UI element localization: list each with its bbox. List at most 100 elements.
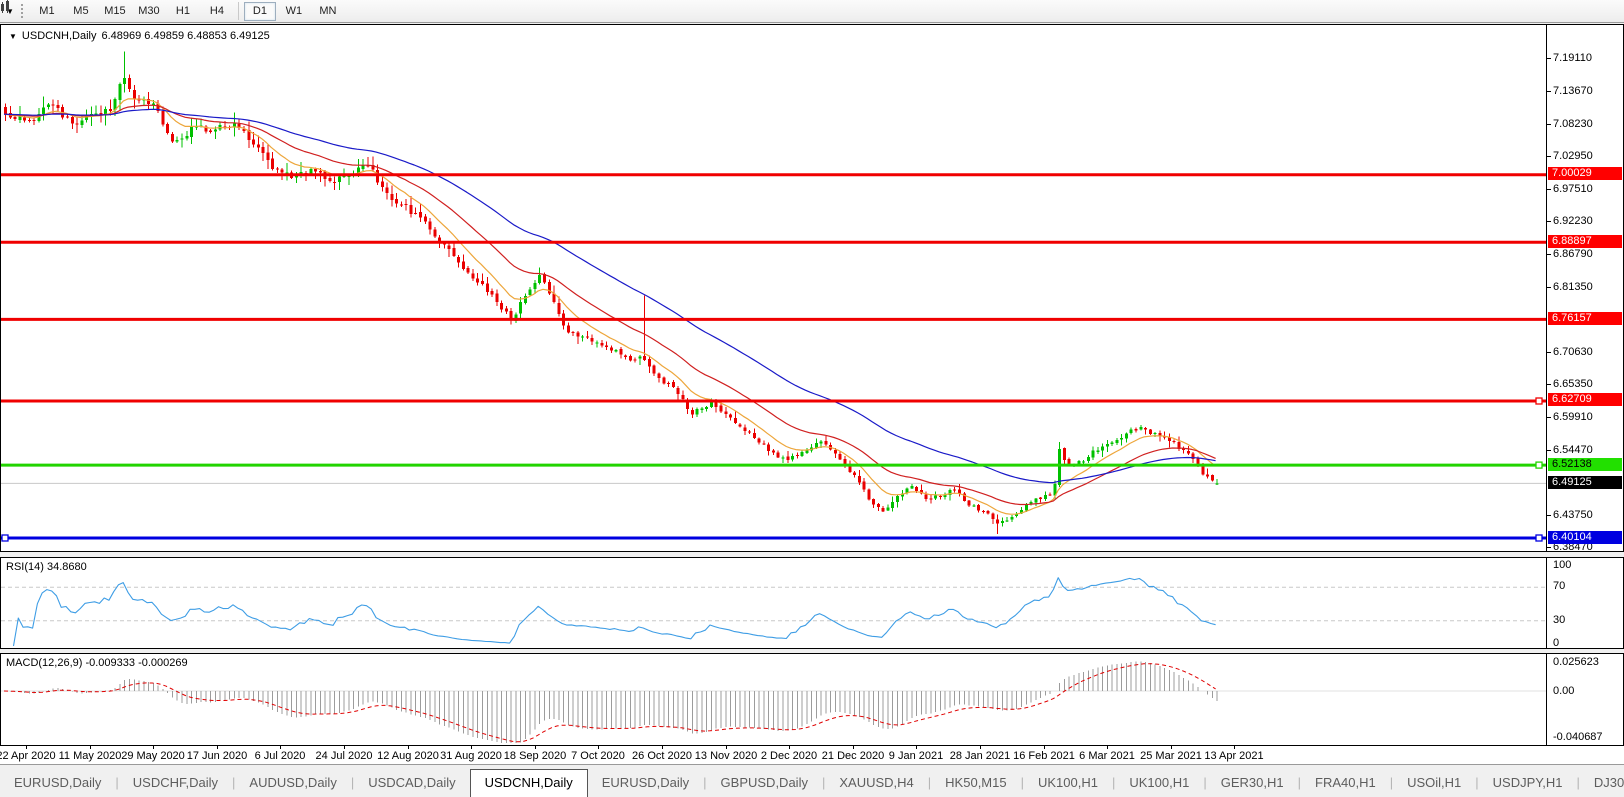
toolbar-grip[interactable] (20, 3, 25, 19)
price-axis-tick (1547, 189, 1551, 190)
price-axis-label: 7.19110 (1553, 52, 1592, 64)
macd-panel: MACD(12,26,9) -0.009333 -0.000269 (0, 653, 1624, 746)
chart-menu-caret-icon[interactable]: ▼ (9, 32, 17, 41)
time-axis-label: 12 Aug 2020 (377, 750, 439, 762)
time-axis-label: 16 Feb 2021 (1013, 750, 1075, 762)
rsi-axis-label: 100 (1553, 559, 1571, 571)
time-axis-tick (1107, 746, 1108, 749)
ma-slow-line (4, 109, 1216, 482)
price-axis-label: 6.86790 (1553, 248, 1593, 260)
time-axis-tick (535, 746, 536, 749)
chart-symbol-label: USDCNH,Daily (22, 30, 97, 42)
price-axis-label: 6.59910 (1553, 411, 1593, 423)
time-axis[interactable]: 22 Apr 202011 May 202029 May 202017 Jun … (0, 746, 1624, 764)
time-axis-tick (1234, 746, 1235, 749)
time-axis-tick (280, 746, 281, 749)
rsi-canvas (1, 558, 1547, 648)
chart-tab-usdjpy-h1[interactable]: USDJPY,H1 (1479, 771, 1577, 797)
price-tag: 6.52138 (1548, 458, 1622, 471)
time-axis-tick (1044, 746, 1045, 749)
timeframe-button-h4[interactable]: H4 (201, 2, 233, 21)
chart-tab-usdcad-daily[interactable]: USDCAD,Daily (354, 771, 469, 797)
toolbar-separator (238, 2, 239, 20)
time-axis-tick (916, 746, 917, 749)
level-line-handle[interactable] (2, 535, 8, 541)
time-axis-tick (217, 746, 218, 749)
chart-tab-uk100-h1[interactable]: UK100,H1 (1024, 771, 1112, 797)
level-line-handle[interactable] (1536, 398, 1542, 404)
price-axis-label: 7.13670 (1553, 85, 1593, 97)
time-axis-label: 9 Jan 2021 (889, 750, 943, 762)
price-axis-label: 7.02950 (1553, 150, 1593, 162)
chart-tab-ger30-h1[interactable]: GER30,H1 (1207, 771, 1298, 797)
timeframe-button-m15[interactable]: M15 (99, 2, 131, 21)
timeframe-button-m30[interactable]: M30 (133, 2, 165, 21)
axis-separator (1546, 24, 1547, 552)
timeframe-button-mn[interactable]: MN (312, 2, 344, 21)
chart-tab-eurusd-daily[interactable]: EURUSD,Daily (588, 771, 703, 797)
timeframe-button-w1[interactable]: W1 (278, 2, 310, 21)
chart-tab-audusd-daily[interactable]: AUDUSD,Daily (235, 771, 350, 797)
time-axis-label: 7 Oct 2020 (571, 750, 625, 762)
chart-tab-uk100-h1[interactable]: UK100,H1 (1115, 771, 1203, 797)
main-chart-panel[interactable]: ▼ USDCNH,Daily 6.48969 6.49859 6.48853 6… (0, 24, 1624, 552)
price-tag: 7.00029 (1548, 167, 1622, 180)
chart-tool-button[interactable]: ▼ (0, 0, 18, 22)
price-axis-tick (1547, 124, 1551, 125)
timeframe-button-m5[interactable]: M5 (65, 2, 97, 21)
time-axis-tick (853, 746, 854, 749)
chart-tab-dj30-weekly[interactable]: DJ30,Weekly (1580, 771, 1624, 797)
axis-separator (1546, 653, 1547, 746)
price-tag: 6.40104 (1548, 531, 1622, 544)
price-tag: 6.88897 (1548, 235, 1622, 248)
timeframe-button-m1[interactable]: M1 (31, 2, 63, 21)
time-axis-tick (662, 746, 663, 749)
rsi-axis-label: 30 (1553, 614, 1565, 626)
time-axis-tick (471, 746, 472, 749)
time-axis-tick (1171, 746, 1172, 749)
chart-tab-usdcnh-daily[interactable]: USDCNH,Daily (470, 769, 588, 797)
price-axis-label: 6.70630 (1553, 346, 1593, 358)
time-axis-label: 17 Jun 2020 (187, 750, 248, 762)
price-axis-label: 7.08230 (1553, 118, 1593, 130)
time-axis-label: 6 Jul 2020 (255, 750, 306, 762)
macd-signal-line (4, 664, 1216, 742)
time-axis-tick (726, 746, 727, 749)
chart-tab-usdchf-daily[interactable]: USDCHF,Daily (119, 771, 232, 797)
timeframe-button-h1[interactable]: H1 (167, 2, 199, 21)
chart-tab-hk50-m15[interactable]: HK50,M15 (931, 771, 1020, 797)
chart-tab-xauusd-h4[interactable]: XAUUSD,H4 (825, 771, 927, 797)
chart-tab-gbpusd-daily[interactable]: GBPUSD,Daily (707, 771, 822, 797)
chart-tab-fra40-h1[interactable]: FRA40,H1 (1301, 771, 1390, 797)
chart-tab-eurusd-daily[interactable]: EURUSD,Daily (0, 771, 115, 797)
level-line-handle[interactable] (1536, 535, 1542, 541)
time-axis-label: 13 Nov 2020 (695, 750, 757, 762)
axis-separator (1546, 557, 1547, 649)
rsi-label: RSI(14) 34.8680 (6, 561, 87, 573)
timeframe-toolbar: ▼ M1M5M15M30H1H4 D1W1MN (0, 0, 1624, 23)
rsi-line (14, 578, 1216, 646)
chart-tab-usoil-h1[interactable]: USOil,H1 (1393, 771, 1475, 797)
price-axis-tick (1547, 352, 1551, 353)
time-axis-tick (980, 746, 981, 749)
price-axis-label: 6.43750 (1553, 509, 1593, 521)
time-axis-label: 2 Dec 2020 (761, 750, 817, 762)
price-tag: 6.76157 (1548, 312, 1622, 325)
time-axis-label: 11 May 2020 (59, 750, 122, 762)
rsi-axis-label: 70 (1553, 580, 1565, 592)
price-axis-label: 6.54470 (1553, 444, 1593, 456)
price-axis-tick (1547, 156, 1551, 157)
macd-axis-label: 0.025623 (1553, 656, 1599, 668)
timeframe-button-d1[interactable]: D1 (244, 2, 276, 21)
level-line-handle[interactable] (1536, 462, 1542, 468)
price-axis-tick (1547, 417, 1551, 418)
time-axis-label: 13 Apr 2021 (1204, 750, 1263, 762)
price-axis-tick (1547, 515, 1551, 516)
time-axis-tick (153, 746, 154, 749)
macd-histogram (6, 661, 1218, 743)
price-axis-tick (1547, 450, 1551, 451)
chart-ohlc-values: 6.48969 6.49859 6.48853 6.49125 (101, 30, 269, 42)
time-axis-tick (408, 746, 409, 749)
time-axis-label: 21 Dec 2020 (822, 750, 884, 762)
price-axis-tick (1547, 287, 1551, 288)
